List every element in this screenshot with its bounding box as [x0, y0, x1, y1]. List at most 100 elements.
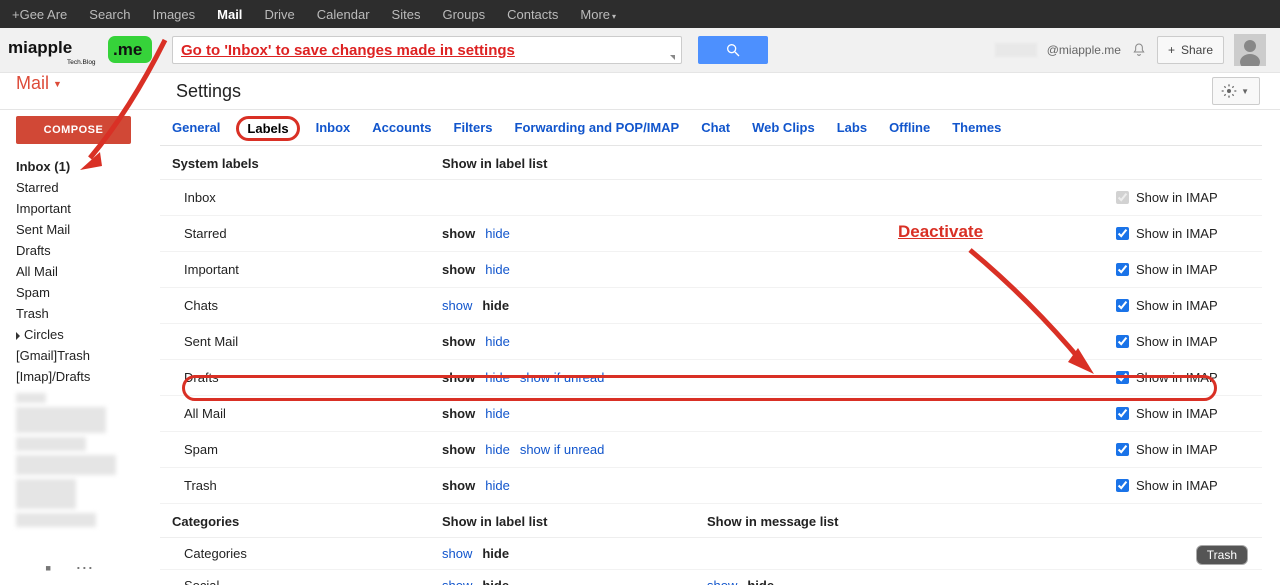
label-name: Trash	[184, 478, 442, 493]
section-categories: Categories Show in label list Show in me…	[160, 504, 1262, 538]
nav-circles[interactable]: Circles	[16, 324, 160, 345]
imap-checkbox[interactable]	[1116, 479, 1129, 492]
gbar-item-mail[interactable]: Mail	[217, 7, 242, 22]
nav-gmail-trash[interactable]: [Gmail]Trash	[16, 345, 160, 366]
nav-spam[interactable]: Spam	[16, 282, 160, 303]
tab-labs[interactable]: Labs	[837, 120, 867, 137]
compose-button[interactable]: COMPOSE	[16, 116, 131, 144]
nav-inbox[interactable]: Inbox (1)	[16, 156, 160, 177]
nav-imap-drafts[interactable]: [Imap]/Drafts	[16, 366, 160, 387]
show-link[interactable]: show	[442, 370, 475, 385]
label-row: Starred showhide Show in IMAP	[160, 216, 1262, 252]
nav-allmail[interactable]: All Mail	[16, 261, 160, 282]
category-row: Categories show hide	[160, 538, 1262, 570]
gbar-item[interactable]: Calendar	[317, 7, 370, 22]
tab-themes[interactable]: Themes	[952, 120, 1001, 137]
sub-header: Settings ▼	[0, 73, 1280, 110]
category-name: Categories	[184, 546, 442, 561]
label-row: Trash showhide Show in IMAP	[160, 468, 1262, 504]
gbar-item[interactable]: Contacts	[507, 7, 558, 22]
imap-checkbox[interactable]	[1116, 263, 1129, 276]
nav-trash[interactable]: Trash	[16, 303, 160, 324]
label-name: Drafts	[184, 370, 442, 385]
show-link[interactable]: show	[442, 334, 475, 349]
avatar[interactable]	[1234, 34, 1266, 66]
tab-labels[interactable]: Labels	[236, 116, 299, 141]
page-title: Settings	[176, 81, 241, 102]
tab-offline[interactable]: Offline	[889, 120, 930, 137]
show-link[interactable]: show	[442, 578, 472, 585]
show-link[interactable]: show	[707, 578, 737, 585]
hide-link[interactable]: hide	[485, 478, 510, 493]
nav-starred[interactable]: Starred	[16, 177, 160, 198]
col-title: System labels	[172, 156, 442, 171]
hide-link[interactable]: hide	[747, 578, 774, 585]
imap-checkbox[interactable]	[1116, 227, 1129, 240]
imap-control: Show in IMAP	[1112, 188, 1262, 207]
tab-general[interactable]: General	[172, 120, 220, 137]
gbar-item[interactable]: Search	[89, 7, 130, 22]
imap-checkbox[interactable]	[1116, 335, 1129, 348]
settings-gear-button[interactable]: ▼	[1212, 77, 1260, 105]
imap-checkbox[interactable]	[1116, 371, 1129, 384]
imap-label: Show in IMAP	[1136, 442, 1218, 457]
hide-link[interactable]: hide	[485, 262, 510, 277]
show-link[interactable]: show	[442, 226, 475, 241]
show-controls: show hide	[442, 546, 707, 561]
hide-link[interactable]: hide	[482, 298, 509, 313]
gbar-item-more[interactable]: More▾	[580, 7, 616, 22]
show-if-unread-link[interactable]: show if unread	[520, 370, 605, 385]
site-logo: miapple .me Tech.Blog	[8, 28, 166, 73]
settings-content: General Labels Inbox Accounts Filters Fo…	[160, 110, 1280, 585]
nav-drafts[interactable]: Drafts	[16, 240, 160, 261]
hide-link[interactable]: hide	[485, 406, 510, 421]
svg-text:.me: .me	[113, 40, 142, 59]
hide-link[interactable]: hide	[485, 442, 510, 457]
gbar-item[interactable]: Sites	[392, 7, 421, 22]
dropdown-icon	[670, 55, 675, 60]
hide-link[interactable]: hide	[485, 370, 510, 385]
hide-link[interactable]: hide	[482, 578, 509, 585]
show-link[interactable]: show	[442, 298, 472, 313]
gbar-item[interactable]: Groups	[442, 7, 485, 22]
imap-checkbox[interactable]	[1116, 407, 1129, 420]
label-row: Spam showhideshow if unread Show in IMAP	[160, 432, 1262, 468]
search-input[interactable]: Go to 'Inbox' to save changes made in se…	[172, 36, 682, 64]
show-link[interactable]: show	[442, 442, 475, 457]
tab-forwarding[interactable]: Forwarding and POP/IMAP	[515, 120, 680, 137]
hide-link[interactable]: hide	[482, 546, 509, 561]
tab-webclips[interactable]: Web Clips	[752, 120, 815, 137]
tab-accounts[interactable]: Accounts	[372, 120, 431, 137]
imap-checkbox[interactable]	[1116, 299, 1129, 312]
more-icon[interactable]: ⋯	[75, 558, 93, 579]
mail-dropdown[interactable]: Mail▼	[16, 73, 62, 94]
imap-label: Show in IMAP	[1136, 262, 1218, 277]
nav-important[interactable]: Important	[16, 198, 160, 219]
settings-tabs: General Labels Inbox Accounts Filters Fo…	[160, 110, 1262, 146]
gbar-item[interactable]: Images	[153, 7, 196, 22]
sidebar: Mail▼ COMPOSE Inbox (1) Starred Importan…	[0, 110, 160, 585]
show-link[interactable]: show	[442, 406, 475, 421]
imap-checkbox[interactable]	[1116, 191, 1129, 204]
hide-link[interactable]: hide	[485, 334, 510, 349]
bell-icon[interactable]	[1131, 42, 1147, 58]
gbar-item[interactable]: Drive	[264, 7, 294, 22]
show-if-unread-link[interactable]: show if unread	[520, 442, 605, 457]
share-button[interactable]: + Share	[1157, 36, 1224, 64]
hide-link[interactable]: hide	[485, 226, 510, 241]
tab-filters[interactable]: Filters	[454, 120, 493, 137]
label-row: Drafts showhideshow if unread Show in IM…	[160, 360, 1262, 396]
label-row: Chats showhide Show in IMAP	[160, 288, 1262, 324]
share-label: Share	[1181, 43, 1213, 57]
tab-inbox[interactable]: Inbox	[316, 120, 351, 137]
show-link[interactable]: show	[442, 262, 475, 277]
nav-sent[interactable]: Sent Mail	[16, 219, 160, 240]
gbar-item[interactable]: +Gee Are	[12, 7, 67, 22]
show-link[interactable]: show	[442, 546, 472, 561]
show-controls: show hide	[442, 226, 707, 241]
tab-chat[interactable]: Chat	[701, 120, 730, 137]
show-link[interactable]: show	[442, 478, 475, 493]
search-button[interactable]	[698, 36, 768, 64]
hangouts-icon[interactable]: ▪	[45, 558, 51, 579]
imap-checkbox[interactable]	[1116, 443, 1129, 456]
